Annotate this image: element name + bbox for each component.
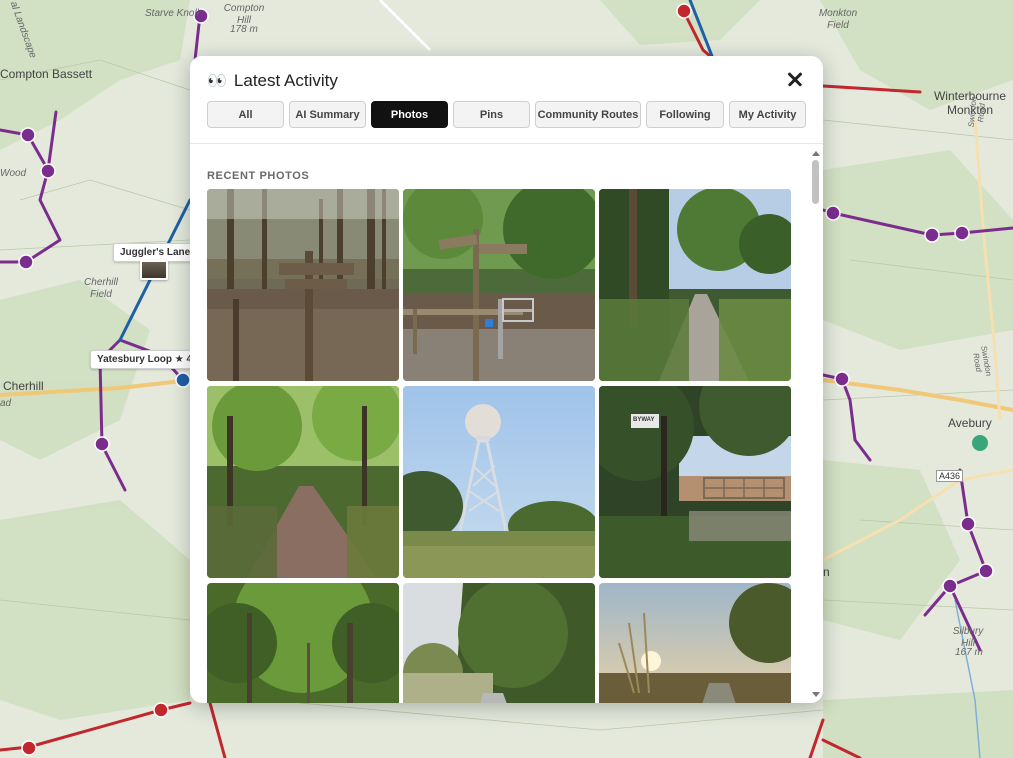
photo-tile[interactable] <box>207 189 399 381</box>
photo-tile[interactable] <box>207 583 399 703</box>
route-chip-label: Yatesbury Loop ★ 4 <box>97 354 193 365</box>
byway-sign-text: BYWAY <box>633 417 655 423</box>
photo-tile[interactable] <box>599 189 791 381</box>
map-label-cherhill: Cherhill <box>3 379 44 393</box>
map-label-cherhill-field: Cherhill Field <box>84 277 118 300</box>
latest-activity-modal: 👀 Latest Activity All AI Summary Photos … <box>190 56 823 703</box>
modal-title: 👀 Latest Activity <box>207 71 338 91</box>
scroll-up-arrow-icon[interactable] <box>812 151 820 156</box>
route-chip-jugglers-lane[interactable]: Juggler's Lane <box>113 243 198 280</box>
photo-image <box>403 189 595 381</box>
photo-tile[interactable] <box>403 386 595 578</box>
photo-image <box>403 386 595 578</box>
map-label-monkton-field: Monkton Field <box>818 8 858 31</box>
photo-tile[interactable] <box>599 583 791 703</box>
photo-image <box>599 386 791 578</box>
modal-scrollbar[interactable] <box>809 145 823 703</box>
map-label-compton-bassett: Compton Bassett <box>0 67 93 81</box>
tab-my-activity[interactable]: My Activity <box>729 101 806 128</box>
route-marker[interactable] <box>942 578 958 594</box>
route-marker[interactable] <box>21 740 37 756</box>
photo-tile[interactable]: BYWAY <box>599 386 791 578</box>
route-marker[interactable] <box>960 516 976 532</box>
route-marker[interactable] <box>40 163 56 179</box>
tab-photos[interactable]: Photos <box>371 101 448 128</box>
photo-grid: BYWAY <box>207 189 793 703</box>
route-marker[interactable] <box>676 3 692 19</box>
activity-tabs: All AI Summary Photos Pins Community Rou… <box>207 101 806 128</box>
map-label-silbury-hill-elevation: 167 m <box>955 647 983 658</box>
map-label-avebury: Avebury <box>948 416 992 430</box>
modal-content[interactable]: RECENT PHOTOS BYWAY <box>190 145 823 703</box>
scroll-down-arrow-icon[interactable] <box>812 692 820 697</box>
photo-image <box>403 583 595 703</box>
section-label-recent-photos: RECENT PHOTOS <box>207 170 310 182</box>
map-label-wood: Wood <box>0 168 27 179</box>
route-marker[interactable] <box>978 563 994 579</box>
photo-image <box>207 386 399 578</box>
route-marker[interactable] <box>834 371 850 387</box>
route-marker[interactable] <box>153 702 169 718</box>
tab-pins[interactable]: Pins <box>453 101 530 128</box>
map-label-starve-knoll: Starve Knoll <box>145 8 199 19</box>
photo-tile[interactable] <box>207 386 399 578</box>
photo-tile[interactable] <box>403 583 595 703</box>
route-marker[interactable] <box>924 227 940 243</box>
close-icon[interactable] <box>784 68 806 90</box>
map-label-fragment: n <box>823 565 830 579</box>
route-marker[interactable] <box>94 436 110 452</box>
photo-image <box>599 189 791 381</box>
tab-all[interactable]: All <box>207 101 284 128</box>
route-marker[interactable] <box>18 254 34 270</box>
route-chip-thumbnail <box>140 260 168 280</box>
map-poi-marker[interactable] <box>972 435 988 451</box>
modal-header: 👀 Latest Activity All AI Summary Photos … <box>190 56 823 144</box>
photo-image <box>207 189 399 381</box>
route-chip-label: Juggler's Lane <box>120 247 191 258</box>
map-label-road-a4361: A436 <box>936 470 964 483</box>
route-marker[interactable] <box>20 127 36 143</box>
route-chip-yatesbury-loop[interactable]: Yatesbury Loop ★ 4 <box>90 350 200 369</box>
tab-community-routes[interactable]: Community Routes <box>535 101 641 128</box>
modal-title-text: Latest Activity <box>233 71 338 90</box>
eyes-icon: 👀 <box>207 73 227 90</box>
map-label-silbury-hill: Silbury Hill <box>952 626 984 649</box>
tab-ai-summary[interactable]: AI Summary <box>289 101 366 128</box>
tab-following[interactable]: Following <box>646 101 724 128</box>
photo-image <box>599 583 791 703</box>
scroll-thumb[interactable] <box>812 160 819 204</box>
map-label-compton-hill-elevation: 178 m <box>230 24 258 35</box>
route-marker[interactable] <box>175 372 191 388</box>
photo-tile[interactable] <box>403 189 595 381</box>
route-marker[interactable] <box>825 205 841 221</box>
route-marker[interactable] <box>954 225 970 241</box>
map-label-compton-hill: Compton Hill <box>223 3 265 26</box>
map-label-road-fragment: ad <box>0 398 12 409</box>
photo-image <box>207 583 399 703</box>
